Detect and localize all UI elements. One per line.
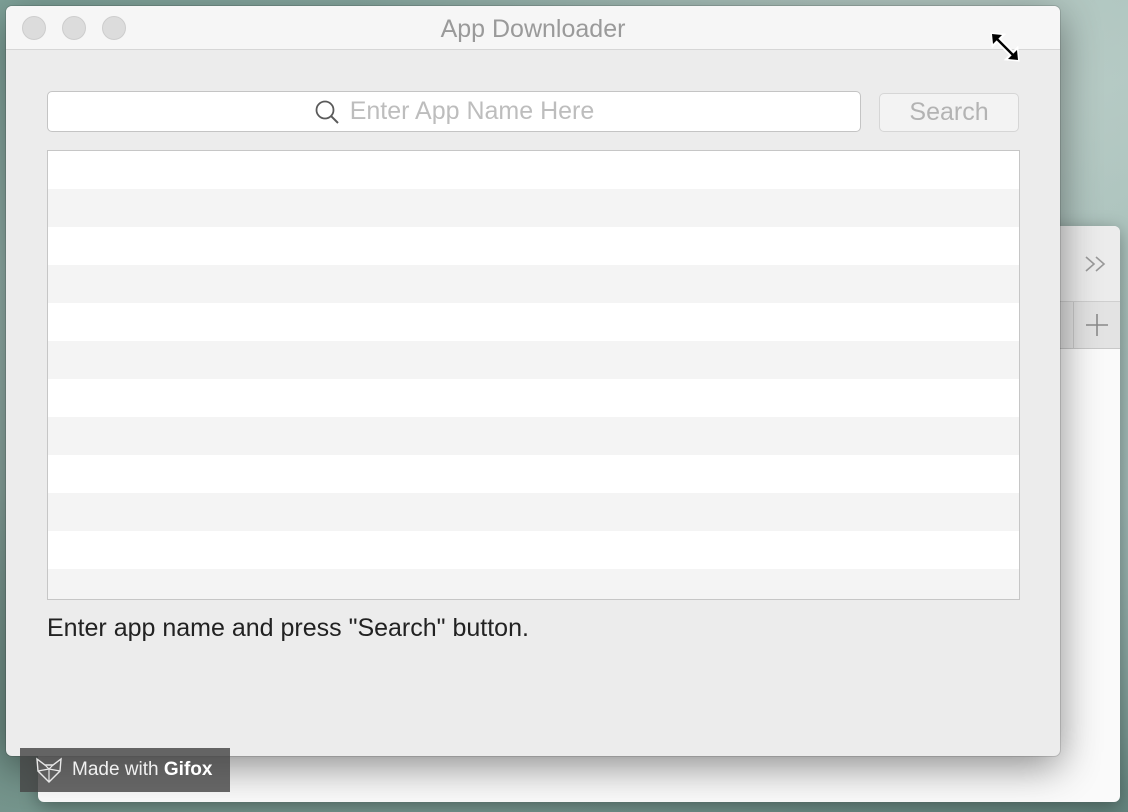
- table-row: [48, 379, 1019, 417]
- table-row: [48, 227, 1019, 265]
- table-row: [48, 455, 1019, 493]
- search-button[interactable]: Search: [879, 93, 1019, 132]
- watermark-brand: Gifox: [163, 759, 213, 780]
- search-icon: [315, 100, 339, 124]
- watermark-text: Made with Gifox: [72, 759, 212, 781]
- gifox-watermark: Made with Gifox: [20, 748, 230, 792]
- table-row: [48, 569, 1019, 599]
- status-message: Enter app name and press "Search" button…: [47, 614, 529, 642]
- plus-icon: [1086, 314, 1108, 336]
- table-row: [48, 531, 1019, 569]
- title-bar[interactable]: App Downloader: [6, 6, 1060, 50]
- table-row: [48, 303, 1019, 341]
- table-row: [48, 151, 1019, 189]
- table-row: [48, 265, 1019, 303]
- app-name-search-input[interactable]: Enter App Name Here: [47, 91, 861, 132]
- results-table[interactable]: [47, 150, 1020, 600]
- table-row: [48, 493, 1019, 531]
- app-downloader-window: App Downloader Enter App Name Here Searc…: [6, 6, 1060, 756]
- new-tab-button[interactable]: [1073, 302, 1120, 348]
- resize-cursor-icon: [990, 32, 1020, 62]
- search-placeholder: Enter App Name Here: [349, 97, 595, 125]
- table-row: [48, 341, 1019, 379]
- table-row: [48, 417, 1019, 455]
- watermark-prefix: Made with: [72, 759, 159, 780]
- fox-logo-icon: [36, 757, 62, 783]
- double-chevron-right-icon[interactable]: [1082, 253, 1110, 275]
- table-row: [48, 189, 1019, 227]
- window-title: App Downloader: [440, 15, 626, 43]
